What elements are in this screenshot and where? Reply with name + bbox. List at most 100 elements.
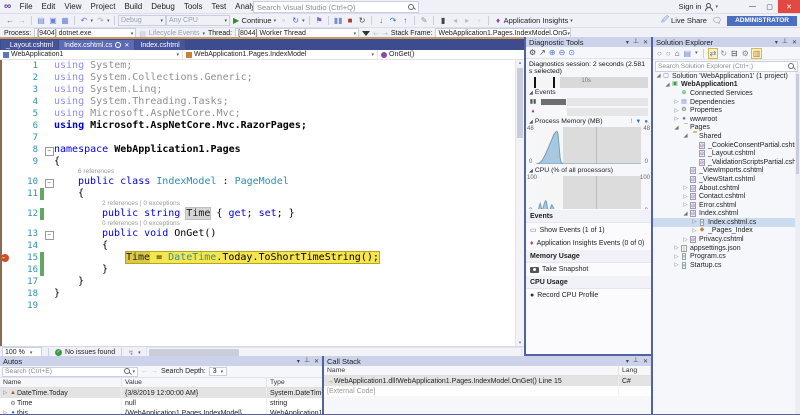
redo-icon[interactable]: ↷▾: [95, 16, 112, 25]
tree-item[interactable]: @_CookieConsentPartial.cshtml: [653, 141, 795, 150]
codelens-text[interactable]: 2 references | 0 exceptions: [102, 200, 180, 208]
filter-threads-icon[interactable]: [362, 31, 370, 36]
outlining-margin[interactable]: [44, 276, 54, 288]
solution-configurations-dropdown[interactable]: Debug▾: [118, 15, 166, 26]
tree-item[interactable]: ▷@Contact.cshtml: [653, 192, 795, 201]
pin-icon[interactable]: ⊥: [304, 358, 310, 364]
menu-debug[interactable]: Debug: [147, 2, 180, 11]
call-stack-frame[interactable]: →WebApplication1.dll!WebApplication1.Pag…: [324, 376, 651, 386]
breakpoint-margin[interactable]: [0, 188, 10, 200]
outlining-margin[interactable]: [44, 300, 54, 312]
maximize-button[interactable]: ▢: [761, 0, 778, 13]
feedback-icon[interactable]: 🗨: [712, 16, 722, 25]
redo-nav-icon[interactable]: ○: [665, 49, 672, 58]
window-position-dropdown-icon[interactable]: ▾: [626, 358, 629, 365]
expand-arrow-icon[interactable]: ▷: [673, 116, 680, 122]
breakpoint-margin[interactable]: [0, 84, 10, 96]
breakpoint-margin[interactable]: [0, 252, 10, 264]
administrator-badge[interactable]: ADMINISTRATOR: [727, 16, 797, 26]
expand-arrow-icon[interactable]: ◢: [673, 125, 680, 131]
tree-item[interactable]: @_ViewStart.cshtml: [653, 175, 795, 184]
outlining-margin[interactable]: −: [44, 228, 54, 240]
codelens-text[interactable]: 0 references | 0 exceptions: [102, 220, 180, 228]
menu-tools[interactable]: Tools: [179, 2, 207, 11]
menu-view[interactable]: View: [60, 2, 86, 11]
reset-view-icon[interactable]: ⊙: [568, 48, 575, 57]
sync-with-active-document-icon[interactable]: ⇄: [709, 49, 718, 58]
next-bookmark-icon[interactable]: ▸: [461, 16, 473, 25]
collapse-all-icon[interactable]: ⊟: [730, 49, 739, 58]
tree-item[interactable]: ▷@About.cshtml: [653, 184, 795, 193]
minimize-button[interactable]: —: [744, 0, 761, 13]
tree-item[interactable]: ⊕Connected Services: [653, 89, 795, 98]
outlining-margin[interactable]: [44, 188, 54, 200]
bookmark-icon[interactable]: ▮: [437, 16, 449, 25]
column-header-lang[interactable]: Lang: [619, 366, 651, 375]
expand-arrow-icon[interactable]: ◢: [664, 82, 671, 88]
diagnostics-flag-icon[interactable]: ⚑: [313, 16, 325, 25]
menu-test[interactable]: Test: [207, 2, 231, 11]
tree-item[interactable]: ▷▤Dependencies: [653, 98, 795, 107]
pin-icon[interactable]: ⊥: [633, 358, 639, 364]
new-file-icon[interactable]: ▤: [35, 16, 47, 25]
expand-arrow-icon[interactable]: ▷: [682, 194, 689, 200]
apply-code-changes-icon[interactable]: ▫: [278, 16, 290, 25]
breakpoint-margin[interactable]: [0, 156, 10, 168]
undo-nav-icon[interactable]: ○: [656, 49, 663, 58]
breakpoint-margin[interactable]: [0, 120, 10, 132]
editor-horizontal-scrollbar[interactable]: [146, 347, 522, 356]
memory-legend-icon[interactable]: ●: [644, 119, 648, 125]
save-all-icon[interactable]: ▦: [59, 16, 71, 25]
live-share-button[interactable]: 🖉Live Share: [661, 14, 707, 27]
code-editor[interactable]: 1using System;2using System.Collections.…: [0, 60, 524, 346]
breakpoint-margin[interactable]: [0, 276, 10, 288]
breakpoint-margin[interactable]: [0, 228, 10, 240]
memory-section-header[interactable]: ◢Process Memory (MB) !▼●: [526, 117, 651, 126]
gc-warning-icon[interactable]: !: [630, 119, 632, 125]
switch-views-icon[interactable]: ▤: [683, 49, 693, 58]
stop-debugging-icon[interactable]: ■: [344, 16, 356, 25]
code-cleanup-icon[interactable]: ↯: [128, 349, 134, 357]
code-map-icon[interactable]: ✎: [418, 16, 430, 25]
collapse-region-icon[interactable]: −: [45, 179, 54, 188]
tree-item[interactable]: ▷●wwwroot: [653, 115, 795, 124]
tree-item[interactable]: ▷⚙Properties: [653, 106, 795, 115]
export-icon[interactable]: ↗: [539, 48, 546, 57]
breakpoint-margin[interactable]: [0, 240, 10, 252]
expand-arrow-icon[interactable]: ◢: [655, 73, 662, 79]
memory-filter-icon[interactable]: ▼: [635, 119, 641, 125]
breadcrumb-project[interactable]: WebApplication1 ▾: [0, 50, 183, 59]
breakpoint-margin[interactable]: [0, 72, 10, 84]
step-over-icon[interactable]: ↷: [387, 16, 399, 25]
show-all-files-icon[interactable]: ▥: [752, 49, 762, 58]
expand-arrow-icon[interactable]: ▷: [673, 245, 680, 251]
expand-arrow-icon[interactable]: ▷: [682, 237, 689, 243]
tree-item[interactable]: ▷@Privacy.cshtml: [653, 235, 795, 244]
undo-icon[interactable]: ↶▾: [78, 16, 95, 25]
autos-row[interactable]: ⚙Timenullstring: [0, 398, 322, 408]
menu-file[interactable]: File: [15, 2, 37, 11]
timeline-ruler[interactable]: 10s: [529, 77, 648, 88]
outlining-margin[interactable]: [44, 108, 54, 120]
breadcrumb-type[interactable]: WebApplication1.Pages.IndexModel ▾: [183, 50, 378, 59]
window-position-dropdown-icon[interactable]: ▾: [626, 39, 629, 46]
column-header-name[interactable]: Name: [324, 366, 619, 375]
outlining-margin[interactable]: [44, 132, 54, 144]
search-depth-dropdown[interactable]: 3▾: [209, 367, 227, 376]
autos-row[interactable]: ▷▲DateTime.Today{3/8/2019 12:00:00 AM}Sy…: [0, 388, 322, 398]
column-header-type[interactable]: Type: [267, 378, 322, 387]
show-events-link[interactable]: ▭Show Events (1 of 1): [526, 223, 651, 237]
breakpoint-margin[interactable]: [0, 132, 10, 144]
tree-item[interactable]: ▷#Startup.cs: [653, 261, 795, 270]
breakpoint-margin[interactable]: [0, 264, 10, 276]
collapse-region-icon[interactable]: −: [45, 231, 54, 240]
breadcrumb-member[interactable]: OnGet(): [378, 50, 524, 59]
navigate-forward-icon[interactable]: →: [16, 16, 28, 25]
column-header-value[interactable]: Value: [122, 378, 267, 387]
record-cpu-profile-button[interactable]: ●Record CPU Profile: [526, 289, 651, 302]
tree-item[interactable]: ◢▢Solution 'WebApplication1' (1 project): [653, 72, 795, 81]
zoom-out-icon[interactable]: ⊖: [559, 48, 566, 57]
continue-button[interactable]: ▶Continue▾: [230, 16, 278, 25]
quick-search-input[interactable]: Search Visual Studio (Ctrl+Q): [253, 1, 419, 13]
take-snapshot-button[interactable]: Take Snapshot: [526, 263, 651, 276]
